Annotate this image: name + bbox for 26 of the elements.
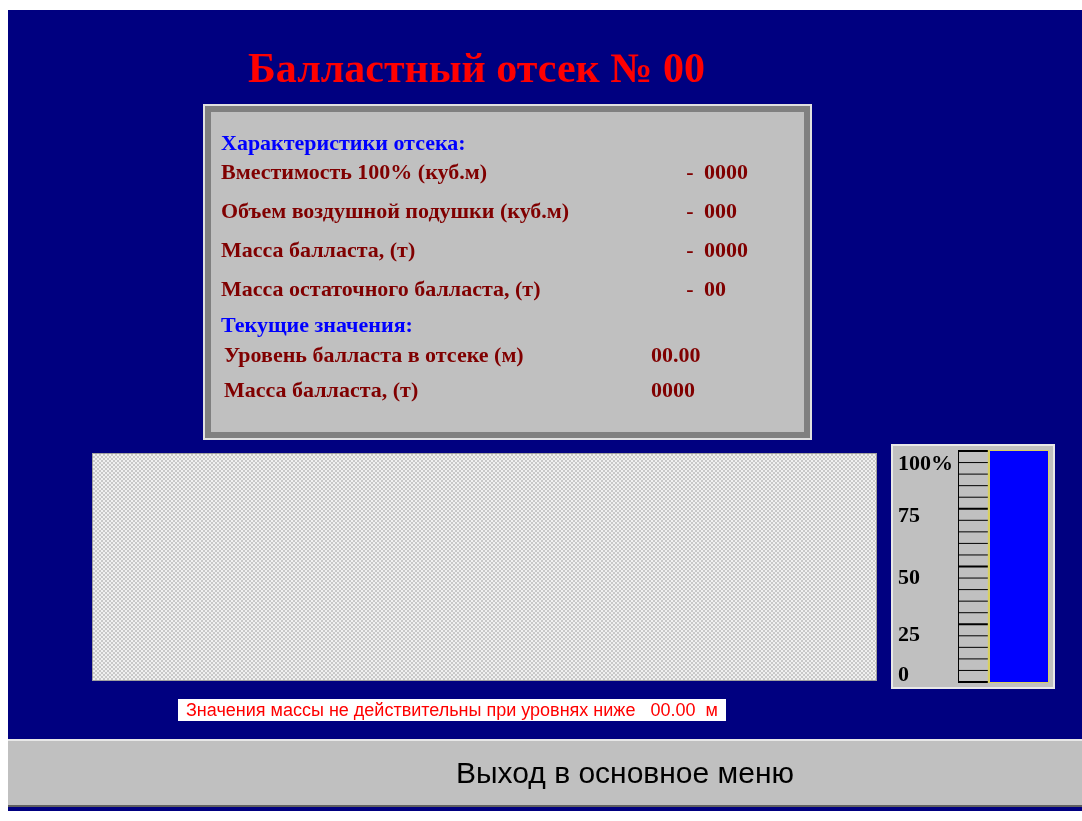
parameter-label: Масса остаточного балласта, (т) bbox=[221, 275, 542, 303]
dash-separator: - bbox=[685, 236, 695, 264]
parameter-label: Масса балласта, (т) bbox=[223, 376, 420, 404]
parameter-label: Объем воздушной подушки (куб.м) bbox=[221, 197, 571, 225]
parameter-value: 0000 bbox=[704, 236, 749, 264]
parameter-value: 000 bbox=[704, 197, 738, 225]
section-heading: Текущие значения: bbox=[221, 312, 414, 338]
parameter-label: Масса балласта, (т) bbox=[221, 236, 417, 264]
scale-label: 100% bbox=[898, 452, 953, 474]
dash-separator: - bbox=[685, 275, 695, 303]
parameter-value: 00.00 bbox=[651, 341, 702, 369]
compartment-title: Балластный отсек № 00 bbox=[248, 44, 707, 93]
dash-separator: - bbox=[685, 197, 695, 225]
scale-label: 50 bbox=[898, 566, 920, 588]
scale-label: 0 bbox=[898, 663, 909, 685]
parameter-value: 0000 bbox=[651, 376, 696, 404]
section-heading: Характеристики отсека: bbox=[221, 130, 467, 156]
warning-note: Значения массы не действительны при уровнях ниже 00.00 м bbox=[178, 699, 726, 721]
dash-separator: - bbox=[685, 158, 695, 186]
exit-button[interactable]: Выход в основное меню bbox=[8, 739, 1082, 807]
parameter-label: Вместимость 100% (куб.м) bbox=[221, 158, 489, 186]
parameter-value: 0000 bbox=[704, 158, 749, 186]
parameter-value: 00 bbox=[704, 275, 727, 303]
scale-label: 75 bbox=[898, 504, 920, 526]
parameter-label: Уровень балласта в отсеке (м) bbox=[223, 341, 525, 369]
scale-label: 25 bbox=[898, 623, 920, 645]
